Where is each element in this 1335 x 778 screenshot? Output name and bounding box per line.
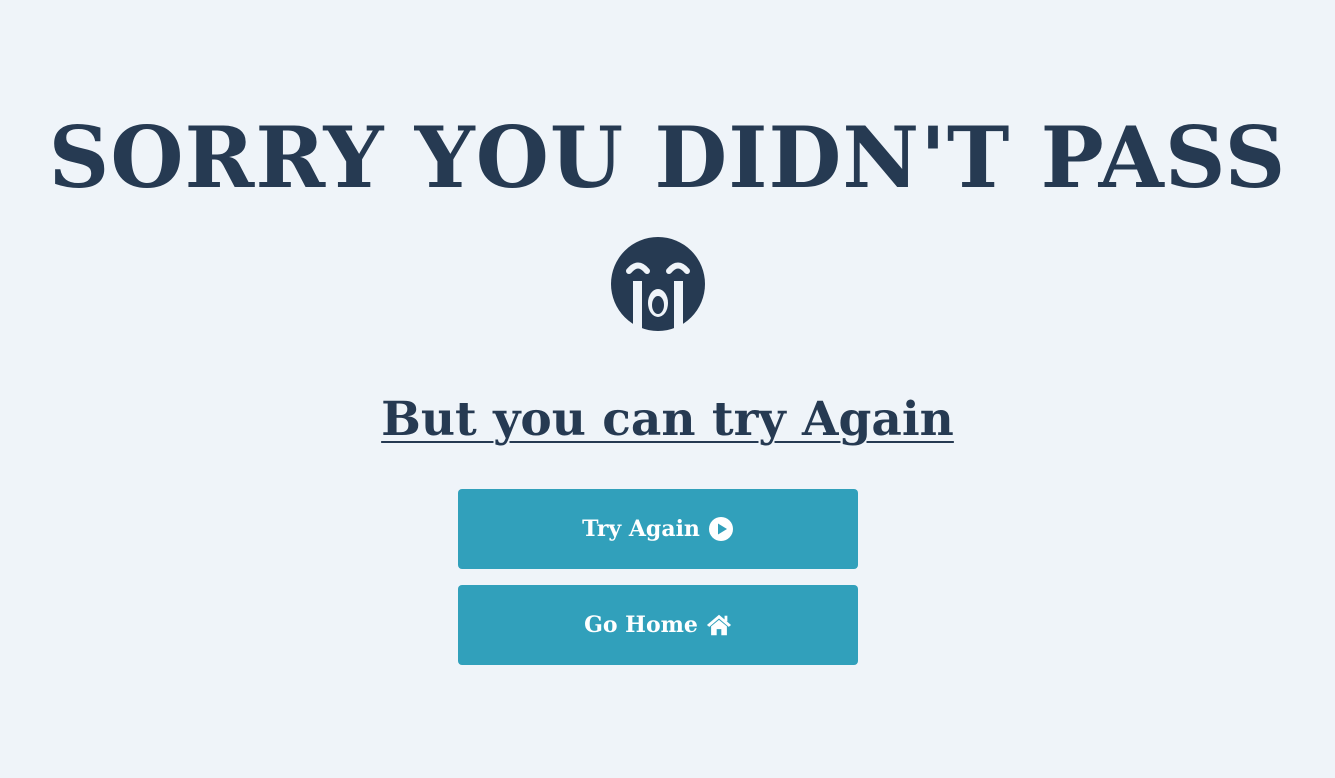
- page-title: SORRY YOU DIDN'T PASS: [48, 108, 1287, 207]
- try-again-label: Try Again: [582, 516, 700, 542]
- go-home-button[interactable]: Go Home: [458, 585, 858, 665]
- home-icon: [706, 612, 732, 638]
- subtitle: But you can try Again: [381, 392, 954, 447]
- try-again-button[interactable]: Try Again: [458, 489, 858, 569]
- play-circle-icon: [708, 516, 734, 542]
- go-home-label: Go Home: [584, 612, 698, 638]
- sad-cry-icon: [611, 237, 705, 331]
